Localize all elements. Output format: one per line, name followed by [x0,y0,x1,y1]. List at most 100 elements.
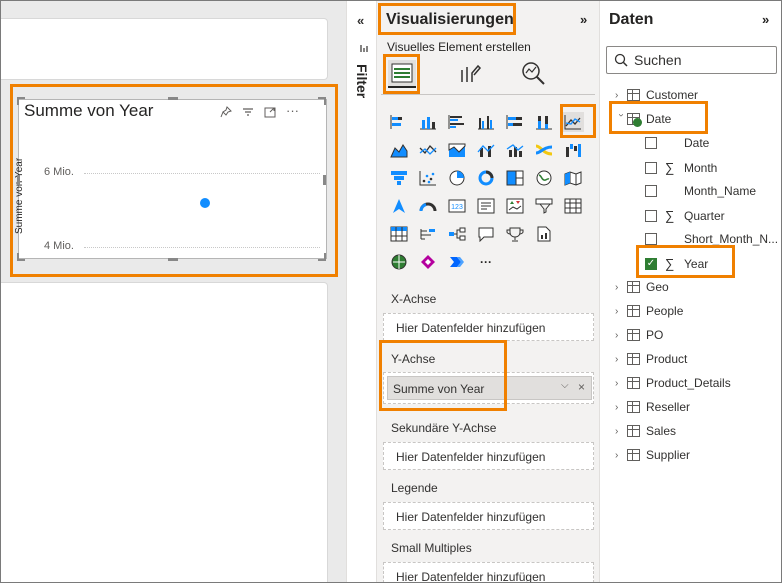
collapse-left-icon[interactable]: « [357,13,364,28]
map-icon[interactable] [533,168,555,188]
tree-table-sales[interactable]: › Sales [615,424,676,438]
build-visual-icon[interactable] [388,60,416,88]
field-checkbox-checked[interactable]: ✓ [645,257,657,270]
donut-chart-icon[interactable] [475,168,497,188]
resize-handle[interactable] [323,175,326,185]
chart-visual[interactable] [18,99,327,259]
kpi-icon[interactable] [504,196,526,216]
resize-handle[interactable] [168,97,178,100]
chevron-right-icon[interactable]: › [615,330,627,341]
slicer-icon[interactable] [533,196,555,216]
remove-field-icon[interactable]: × [578,380,585,394]
expand-right-icon[interactable]: » [762,12,769,27]
field-checkbox[interactable] [645,233,657,245]
100-stacked-column-icon[interactable] [533,112,555,132]
filter-icon[interactable] [242,106,254,121]
resize-corner[interactable] [318,253,326,261]
tree-table-customer[interactable]: › Customer [615,88,698,102]
treemap-icon[interactable] [504,168,526,188]
tree-table-product-details[interactable]: › Product_Details [615,376,731,390]
chevron-right-icon[interactable]: › [615,402,627,413]
field-checkbox[interactable] [645,137,657,149]
more-visuals-icon[interactable]: ··· [475,252,497,272]
arcgis-map-icon[interactable] [388,252,410,272]
stacked-column-chart-icon[interactable] [417,112,439,132]
field-checkbox[interactable] [645,185,657,197]
format-visual-icon[interactable] [458,62,482,89]
well-secondary-y[interactable]: Hier Datenfelder hinzufügen [383,442,594,470]
chevron-right-icon[interactable]: › [615,450,627,461]
focus-mode-icon[interactable] [264,106,276,121]
filter-pane-label[interactable]: Filter [354,64,370,98]
card-icon[interactable]: 123 [446,196,468,216]
funnel-chart-icon[interactable] [388,168,410,188]
line-clustered-column-icon[interactable] [475,140,497,160]
smart-narrative-icon[interactable] [504,224,526,244]
field-month-name[interactable]: Month_Name [645,184,756,198]
tree-table-supplier[interactable]: › Supplier [615,448,690,462]
paginated-report-icon[interactable] [533,224,555,244]
gauge-icon[interactable] [417,196,439,216]
multi-row-card-icon[interactable] [475,196,497,216]
clustered-bar-chart-icon[interactable] [446,112,468,132]
field-short-month-name[interactable]: Short_Month_N... [645,232,778,246]
matrix-icon[interactable] [388,224,410,244]
resize-handle[interactable] [168,258,178,261]
search-input[interactable] [606,46,777,74]
resize-handle[interactable] [17,175,20,185]
resize-corner[interactable] [318,97,326,105]
pin-icon[interactable] [220,106,232,121]
field-month[interactable]: ∑ Month [645,160,717,175]
chevron-right-icon[interactable]: › [615,426,627,437]
field-quarter[interactable]: ∑ Quarter [645,208,725,223]
line-stacked-column-icon[interactable] [504,140,526,160]
tree-table-reseller[interactable]: › Reseller [615,400,690,414]
well-x-axis[interactable]: Hier Datenfelder hinzufügen [383,313,594,341]
field-checkbox[interactable] [645,161,657,174]
stacked-bar-chart-icon[interactable] [388,112,410,132]
data-point[interactable] [200,198,210,208]
table-visual-icon[interactable] [562,196,584,216]
well-small-multiples[interactable]: Hier Datenfelder hinzufügen [383,562,594,583]
chevron-right-icon[interactable]: › [615,282,627,293]
decomposition-tree-icon[interactable] [446,224,468,244]
qa-icon[interactable] [475,224,497,244]
tree-table-date[interactable]: › Date [615,112,671,127]
azure-map-icon[interactable] [388,196,410,216]
more-options-icon[interactable]: ··· [286,104,299,121]
chevron-right-icon[interactable]: › [615,90,627,101]
canvas-card-top[interactable] [0,18,328,80]
filled-map-icon[interactable] [562,168,584,188]
ribbon-chart-icon[interactable] [533,140,555,160]
waterfall-chart-icon[interactable] [562,140,584,160]
line-chart-icon[interactable] [562,112,584,132]
key-influencers-icon[interactable] [417,224,439,244]
well-legend[interactable]: Hier Datenfelder hinzufügen [383,502,594,530]
analytics-icon[interactable] [520,60,546,89]
tree-table-geo[interactable]: › Geo [615,280,669,294]
clustered-column-chart-icon[interactable] [475,112,497,132]
canvas-card-bottom[interactable] [0,282,328,583]
chevron-down-icon[interactable]: ⌵ [561,380,569,391]
scatter-chart-icon[interactable] [417,168,439,188]
chevron-right-icon[interactable]: › [615,378,627,389]
pie-chart-icon[interactable] [446,168,468,188]
chevron-down-icon[interactable]: › [616,113,627,125]
tree-table-people[interactable]: › People [615,304,683,318]
tree-table-product[interactable]: › Product [615,352,687,366]
expand-right-icon[interactable]: » [580,12,587,27]
power-apps-icon[interactable] [417,252,439,272]
tree-table-po[interactable]: › PO [615,328,663,342]
filter-pane-icon[interactable] [359,42,369,56]
power-automate-icon[interactable] [446,252,468,272]
field-checkbox[interactable] [645,209,657,222]
area-chart-icon[interactable] [388,140,410,160]
field-date[interactable]: Date [645,136,709,150]
field-year[interactable]: ✓ ∑ Year [645,256,708,271]
100-stacked-bar-icon[interactable] [504,112,526,132]
chevron-right-icon[interactable]: › [615,306,627,317]
stacked-area-chart-icon[interactable] [417,140,439,160]
line-area-icon[interactable] [446,140,468,160]
resize-corner[interactable] [17,97,25,105]
chevron-right-icon[interactable]: › [615,354,627,365]
